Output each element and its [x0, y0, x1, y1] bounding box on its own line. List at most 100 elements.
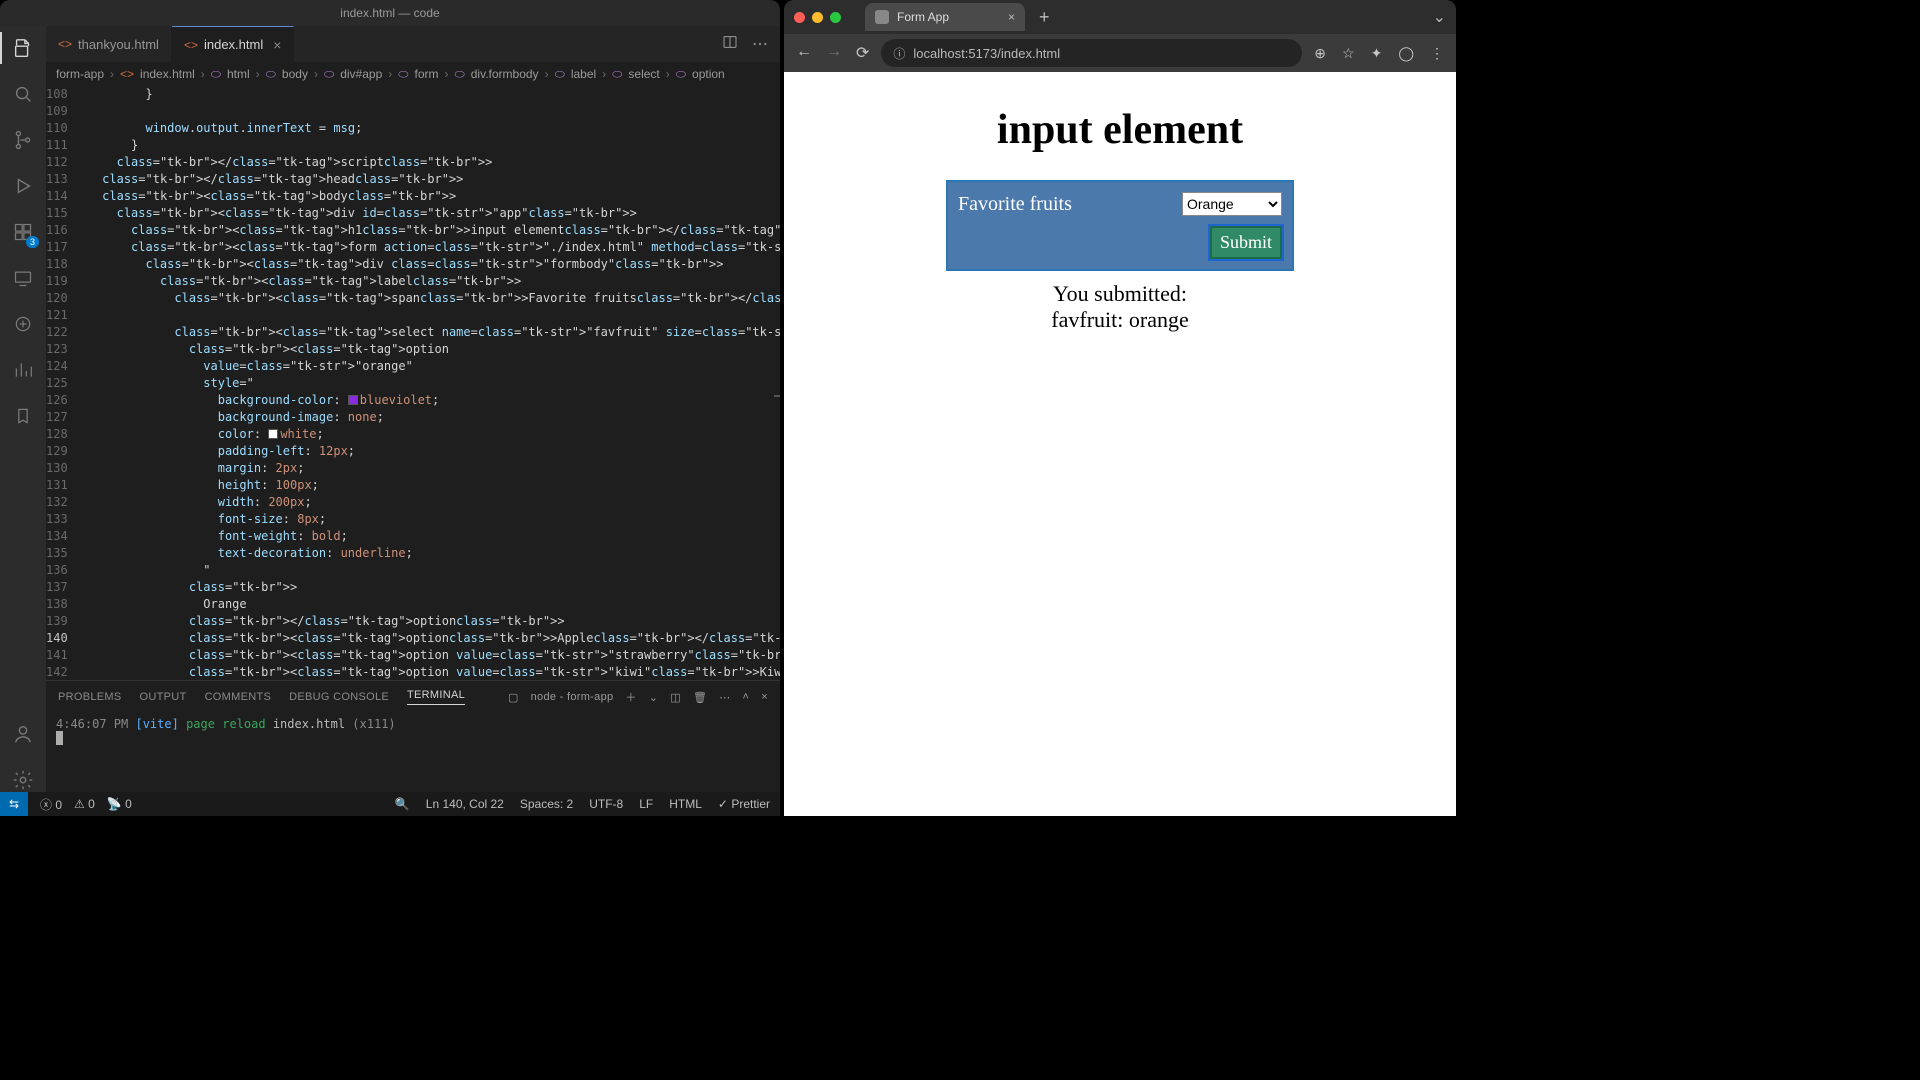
editor-tab-index[interactable]: <> index.html × — [172, 26, 294, 62]
tab-label: index.html — [204, 37, 263, 52]
term-time: 4:46:07 PM — [56, 717, 128, 731]
settings-gear-icon[interactable] — [11, 768, 35, 792]
browser-tab-bar: Form App × + ⌄ — [784, 0, 1456, 34]
address-bar[interactable]: ⓘ localhost:5173/index.html — [881, 39, 1302, 67]
maximize-panel-icon[interactable]: ˄ — [743, 691, 750, 703]
status-eol[interactable]: LF — [639, 797, 653, 811]
browser-tab-title: Form App — [897, 10, 949, 24]
minimize-window-icon[interactable] — [812, 12, 823, 23]
url-text: localhost:5173/index.html — [913, 46, 1060, 61]
terminal-cursor — [56, 731, 63, 745]
graph-icon[interactable] — [11, 358, 35, 382]
output-line: You submitted: — [804, 281, 1436, 307]
crumb[interactable]: select — [628, 67, 659, 81]
favfruit-select[interactable]: OrangeAppleStrawberryKiwi — [1182, 192, 1282, 216]
tab-label: thankyou.html — [78, 37, 159, 52]
terminal-dropdown-icon[interactable]: ⌄ — [649, 691, 659, 704]
terminal-output[interactable]: 4:46:07 PM [vite] page reload index.html… — [46, 713, 780, 792]
reload-icon[interactable]: ⟳ — [856, 43, 869, 63]
output-line: favfruit: orange — [804, 307, 1436, 333]
minimap-indicator — [774, 395, 780, 397]
term-tag: [vite] — [135, 717, 178, 731]
crumb[interactable]: html — [227, 67, 250, 81]
term-word: reload — [222, 717, 265, 731]
tab-close-icon[interactable]: × — [273, 37, 281, 53]
zoom-icon[interactable]: ⊕ — [1314, 45, 1326, 62]
panel-tab-terminal[interactable]: TERMINAL — [407, 689, 465, 705]
status-bar: ⇆ ⓧ 0 ⚠ 0 📡 0 🔍 Ln 140, Col 22 Spaces: 2… — [0, 792, 780, 816]
crumb[interactable]: form — [415, 67, 439, 81]
status-search-icon[interactable]: 🔍 — [395, 797, 410, 811]
tab-overflow-icon[interactable]: ⌄ — [1433, 7, 1446, 27]
more-icon[interactable]: ⋯ — [752, 34, 768, 54]
close-tab-icon[interactable]: × — [1008, 10, 1015, 24]
split-editor-icon[interactable] — [722, 34, 738, 55]
new-terminal-icon[interactable]: ＋ — [625, 689, 636, 705]
run-debug-icon[interactable] — [11, 174, 35, 198]
status-encoding[interactable]: UTF-8 — [589, 797, 623, 811]
html-file-icon: <> — [58, 37, 72, 51]
window-title: index.html — code — [0, 0, 780, 26]
bookmark-star-icon[interactable]: ☆ — [1342, 45, 1355, 62]
terminal-more-icon[interactable]: ⋯ — [719, 691, 730, 704]
kill-terminal-icon[interactable]: 🗑 — [693, 691, 707, 704]
extensions-badge: 3 — [26, 236, 39, 248]
remote-indicator[interactable]: ⇆ — [0, 792, 28, 816]
back-icon[interactable]: ← — [796, 43, 812, 63]
profile-icon[interactable]: ◯ — [1398, 45, 1414, 62]
site-info-icon[interactable]: ⓘ — [893, 45, 905, 62]
terminal-task-label[interactable]: node - form-app — [531, 691, 614, 703]
terminal-task-icon[interactable]: ▢ — [508, 691, 519, 704]
split-terminal-icon[interactable]: ◫ — [670, 691, 681, 704]
status-indent[interactable]: Spaces: 2 — [520, 797, 573, 811]
extensions-icon[interactable]: 3 — [11, 220, 35, 244]
close-window-icon[interactable] — [794, 12, 805, 23]
source-control-icon[interactable] — [11, 128, 35, 152]
crumb[interactable]: div.formbody — [471, 67, 539, 81]
status-prettier[interactable]: ✓ Prettier — [718, 797, 770, 811]
html-file-icon: <> — [184, 38, 198, 52]
bottom-panel: PROBLEMS OUTPUT COMMENTS DEBUG CONSOLE T… — [46, 680, 780, 792]
editor-tab-thankyou[interactable]: <> thankyou.html — [46, 26, 172, 62]
term-count: (x111) — [352, 717, 395, 731]
submit-button[interactable]: Submit — [1210, 226, 1282, 259]
panel-tab-comments[interactable]: COMMENTS — [205, 691, 272, 703]
editor-tab-bar: <> thankyou.html <> index.html × ⋯ — [46, 26, 780, 62]
status-cursor[interactable]: Ln 140, Col 22 — [426, 797, 504, 811]
account-icon[interactable] — [11, 722, 35, 746]
form-body: Favorite fruits OrangeAppleStrawberryKiw… — [946, 180, 1294, 271]
panel-tab-debug[interactable]: DEBUG CONSOLE — [289, 691, 389, 703]
term-word: page — [186, 717, 215, 731]
menu-icon[interactable]: ⋮ — [1430, 45, 1444, 62]
remote-icon[interactable] — [11, 266, 35, 290]
crumb[interactable]: label — [571, 67, 596, 81]
page-content: input element Favorite fruits OrangeAppl… — [784, 72, 1456, 816]
crumb[interactable]: body — [282, 67, 308, 81]
panel-tab-output[interactable]: OUTPUT — [140, 691, 187, 703]
crumb[interactable]: form-app — [56, 67, 104, 81]
browser-tab[interactable]: Form App × — [865, 3, 1025, 31]
explorer-icon[interactable] — [11, 36, 35, 60]
status-warnings[interactable]: ⚠ 0 — [74, 797, 95, 811]
testing-icon[interactable] — [11, 312, 35, 336]
zoom-window-icon[interactable] — [830, 12, 841, 23]
panel-tab-problems[interactable]: PROBLEMS — [58, 691, 122, 703]
status-ports[interactable]: 📡 0 — [107, 797, 132, 811]
crumb[interactable]: div#app — [340, 67, 382, 81]
search-icon[interactable] — [11, 82, 35, 106]
bookmark-icon[interactable] — [11, 404, 35, 428]
code-editor[interactable]: 1081091101111121131141151161171181191201… — [46, 86, 780, 680]
crumb[interactable]: index.html — [140, 67, 195, 81]
close-panel-icon[interactable]: × — [761, 691, 768, 703]
status-lang[interactable]: HTML — [669, 797, 702, 811]
forward-icon[interactable]: → — [826, 43, 842, 63]
form-output: You submitted: favfruit: orange — [804, 281, 1436, 333]
crumb[interactable]: option — [692, 67, 725, 81]
activity-bar: 3 — [0, 26, 46, 792]
new-tab-icon[interactable]: + — [1039, 7, 1050, 28]
traffic-lights[interactable] — [794, 12, 841, 23]
breadcrumb-bar[interactable]: form-app› <>index.html› ⬭html› ⬭body› ⬭d… — [46, 62, 780, 86]
extensions-puzzle-icon[interactable]: ✦ — [1371, 45, 1383, 62]
status-errors[interactable]: ⓧ 0 — [40, 796, 62, 813]
page-heading: input element — [804, 106, 1436, 154]
